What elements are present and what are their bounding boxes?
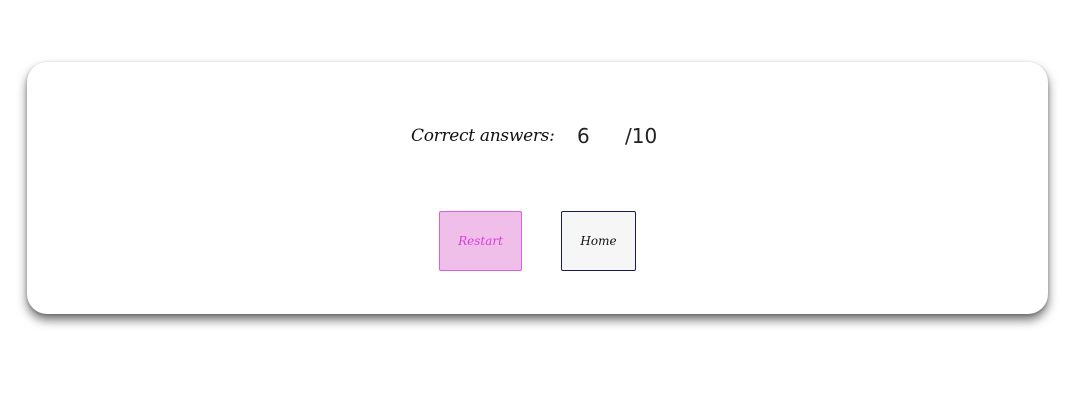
correct-answers-label: Correct answers: <box>411 126 555 146</box>
score-row: Correct answers: 6 /10 <box>27 124 1048 154</box>
home-button[interactable]: Home <box>561 211 636 271</box>
total-count: /10 <box>625 124 658 148</box>
correct-count: 6 <box>577 124 590 148</box>
result-card: Correct answers: 6 /10 Restart Home <box>27 62 1048 314</box>
restart-button[interactable]: Restart <box>439 211 522 271</box>
